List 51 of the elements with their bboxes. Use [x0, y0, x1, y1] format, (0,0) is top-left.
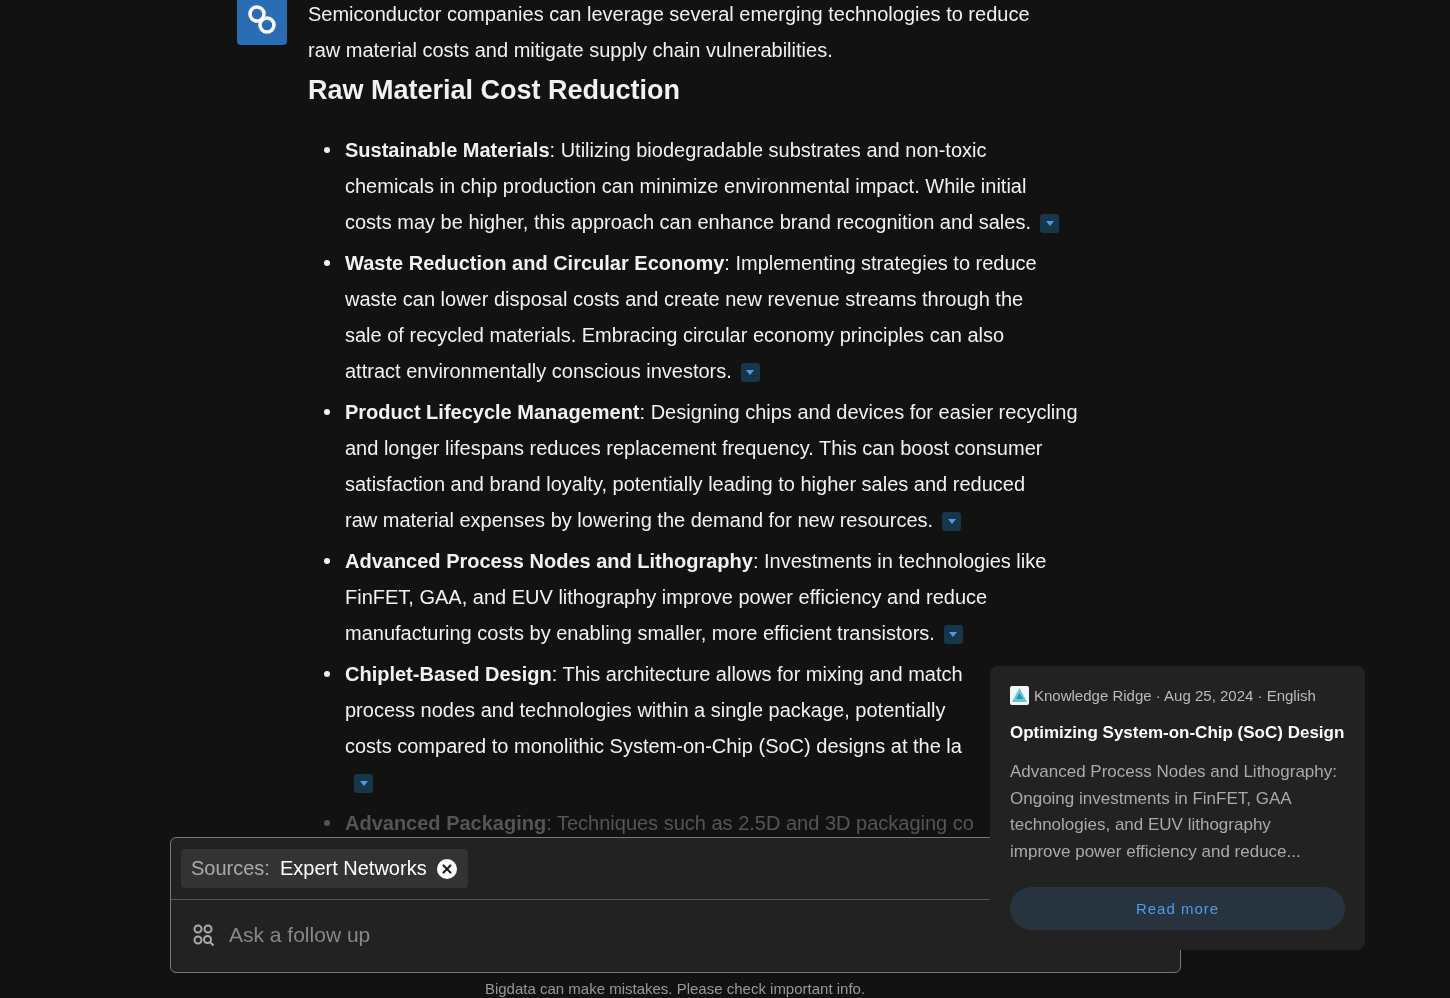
source-logo-icon [1010, 686, 1029, 705]
bullet-dot [324, 409, 330, 415]
bullet-dot [324, 671, 330, 677]
bullet-dot [324, 820, 330, 826]
disclaimer-text: Bigdata can make mistakes. Please check important info. [484, 980, 866, 997]
citation-toggle[interactable] [942, 512, 962, 532]
bullet-dot [324, 147, 330, 153]
source-meta: Knowledge Ridge · Aug 25, 2024 · English [1034, 687, 1316, 704]
list-text: costs may be higher, this approach can enhance brand recognition and sales. [345, 211, 1031, 233]
bullet-dot [324, 260, 330, 266]
list-text: FinFET, GAA, and EUV lithography improve power efficiency and reduce [345, 586, 988, 608]
citation-toggle[interactable] [943, 625, 963, 645]
excerpt-text: Advanced Process Nodes and Lithography: [1010, 761, 1338, 783]
caret-icon [359, 781, 368, 787]
citation-toggle[interactable] [740, 363, 760, 383]
read-more-button[interactable]: Read more [1010, 887, 1345, 930]
caret-icon [949, 632, 958, 638]
list-text: Advanced Process Nodes and Lithography: Investments in technologies like [345, 550, 1047, 572]
list-text: sale of recycled materials. Embracing circular economy principles can also [345, 324, 1005, 346]
caret-icon [746, 370, 755, 376]
search-icon [193, 924, 215, 946]
citation-toggle[interactable] [1040, 214, 1059, 234]
list-text: waste can lower disposal costs and create new revenue streams through the [345, 288, 1024, 310]
close-icon[interactable] [436, 858, 457, 879]
caret-icon [1045, 221, 1054, 227]
list-text: and longer lifespans reduces replacement frequency. This can boost consumer [345, 437, 1043, 459]
citation-toggle[interactable] [354, 774, 373, 794]
section-heading: Raw Material Cost Reduction [308, 74, 682, 107]
answer-text: Semiconductor companies can leverage several emerging technologies to reduce [308, 2, 1031, 27]
logo-icon [237, 0, 287, 45]
source-label: Sources: [191, 857, 270, 880]
excerpt-text: improve power efficiency and reduce... [1010, 840, 1302, 863]
list-text: manufacturing costs by enabling smaller, more efficient transistors. [345, 622, 935, 644]
list-text: costs compared to monolithic System-on-Chip (SoC) designs at the la [345, 735, 962, 757]
list-text: Chiplet-Based Design: This architecture allows for mixing and match [345, 663, 963, 685]
list-text: chemicals in chip production can minimize environmental impact. While initial [345, 175, 1027, 197]
list-text: attract environmentally conscious investors. [345, 360, 732, 382]
list-text: raw material expenses by lowering the demand for new resources. [345, 509, 934, 531]
answer-text: raw material costs and mitigate supply chain vulnerabilities. [308, 38, 834, 63]
bullet-dot [324, 558, 330, 564]
list-text: Product Lifecycle Management: Designing chips and devices for easier recycling [345, 401, 1078, 423]
list-text: Advanced Packaging: Techniques such as 2.5D and 3D packaging co [345, 812, 974, 834]
excerpt-text: technologies, and EUV lithography [1010, 814, 1272, 836]
list-text: Waste Reduction and Circular Economy: Implementing strategies to reduce [345, 252, 1037, 274]
list-text: Sustainable Materials: Utilizing biodegradable substrates and non-toxic [345, 139, 987, 161]
source-value: Expert Networks [279, 857, 427, 880]
list-text: satisfaction and brand loyalty, potentially leading to higher sales and reduced [345, 473, 1026, 495]
caret-icon [947, 519, 956, 525]
popover-title: Optimizing System-on-Chip (SoC) Design [1010, 723, 1345, 743]
excerpt-text: Ongoing investments in FinFET, GAA [1010, 787, 1293, 810]
list-text: process nodes and technologies within a single package, potentially [345, 699, 946, 721]
